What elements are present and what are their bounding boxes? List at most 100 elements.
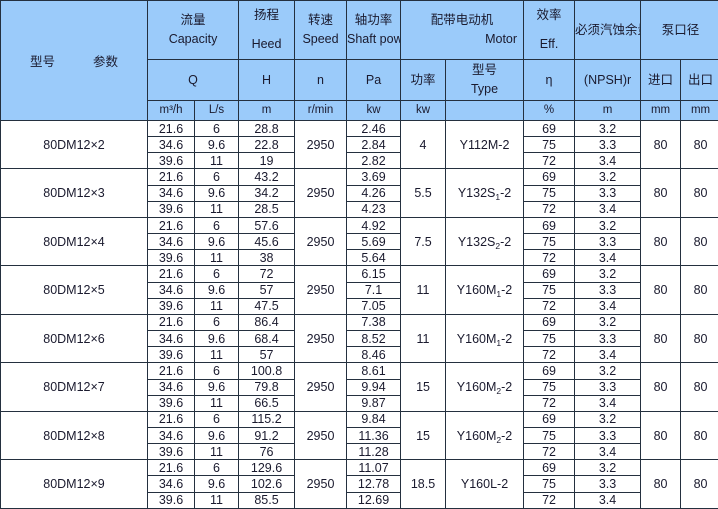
cell-shaft-power: 12.69	[346, 491, 402, 509]
header-head-en: Heed	[251, 37, 282, 51]
cell-speed: 2950	[294, 459, 348, 509]
cell-bore-inlet: 80	[640, 265, 682, 315]
cell-head: 22.8	[238, 136, 296, 154]
cell-capacity-m3h: 39.6	[147, 152, 195, 170]
cell-npsh: 3.2	[574, 265, 642, 283]
cell-shaft-power: 2.82	[346, 152, 402, 170]
cell-head: 45.6	[238, 233, 296, 251]
cell-shaft-power: 2.46	[346, 119, 402, 138]
cell-motor-power: 5.5	[400, 168, 447, 218]
header-symbol-npshr: (NPSH)r	[574, 59, 642, 101]
unit-bore-inlet: mm	[640, 100, 682, 121]
cell-npsh: 3.4	[574, 152, 642, 170]
cell-head: 129.6	[238, 459, 296, 477]
cell-shaft-power: 4.92	[346, 216, 402, 235]
cell-bore-outlet: 80	[680, 362, 718, 412]
cell-head: 34.2	[238, 184, 296, 202]
cell-shaft-power: 7.38	[346, 313, 402, 332]
header-efficiency-en: Eff.	[539, 37, 559, 51]
cell-npsh: 3.4	[574, 297, 642, 315]
cell-shaft-power: 4.26	[346, 184, 402, 202]
cell-capacity-m3h: 34.6	[147, 378, 195, 396]
unit-capacity-m3h: m³/h	[147, 100, 195, 121]
cell-speed: 2950	[294, 313, 348, 364]
cell-npsh: 3.2	[574, 119, 642, 138]
cell-efficiency: 75	[523, 136, 576, 154]
cell-head: 66.5	[238, 394, 296, 412]
cell-capacity-m3h: 34.6	[147, 233, 195, 251]
header-motor-type-en: Type	[470, 82, 499, 96]
cell-shaft-power: 6.15	[346, 265, 402, 283]
unit-motor-power: kw	[400, 100, 447, 121]
cell-bore-inlet: 80	[640, 410, 682, 461]
cell-bore-inlet: 80	[640, 216, 682, 267]
cell-head: 28.8	[238, 119, 296, 138]
cell-efficiency: 72	[523, 443, 576, 461]
table-header: 型号 参数 流量 Capacity 扬程 Heed 转速 Speed 轴功率 S…	[0, 0, 718, 121]
cell-capacity-ls: 9.6	[193, 281, 240, 299]
cell-capacity-m3h: 34.6	[147, 184, 195, 202]
cell-capacity-ls: 6	[193, 459, 240, 477]
cell-shaft-power: 7.1	[346, 281, 402, 299]
cell-head: 57	[238, 346, 296, 364]
cell-shaft-power: 9.94	[346, 378, 402, 396]
header-motor-power-cn: 功率	[400, 59, 447, 101]
header-bore: 泵口径	[640, 0, 718, 60]
cell-capacity-ls: 9.6	[193, 426, 240, 445]
cell-capacity-m3h: 21.6	[147, 410, 195, 428]
cell-capacity-ls: 11	[193, 249, 240, 267]
cell-efficiency: 75	[523, 184, 576, 202]
cell-head: 57	[238, 281, 296, 299]
cell-npsh: 3.4	[574, 346, 642, 364]
cell-capacity-ls: 11	[193, 346, 240, 364]
cell-capacity-m3h: 21.6	[147, 362, 195, 380]
cell-capacity-ls: 11	[193, 152, 240, 170]
cell-capacity-ls: 9.6	[193, 378, 240, 396]
row-model: 80DM12×5	[0, 265, 148, 315]
unit-speed: r/min	[294, 100, 348, 121]
header-motor: 配带电动机 Motor	[400, 0, 525, 60]
header-head-cn: 扬程	[254, 8, 280, 23]
cell-npsh: 3.2	[574, 410, 642, 428]
cell-npsh: 3.3	[574, 378, 642, 396]
cell-speed: 2950	[294, 216, 348, 267]
header-speed: 转速 Speed	[294, 0, 348, 60]
header-head: 扬程 Heed	[238, 0, 296, 60]
cell-bore-outlet: 80	[680, 410, 718, 461]
cell-shaft-power: 7.05	[346, 297, 402, 315]
table-row: 80DM12×9 21.6 6 129.6 2950 11.07 18.5 Y160L-2 69…	[0, 459, 718, 509]
cell-motor-type: Y112M-2	[445, 119, 525, 170]
cell-bore-outlet: 80	[680, 119, 718, 170]
header-shaft-power-cn: 轴功率	[354, 13, 393, 28]
cell-capacity-m3h: 34.6	[147, 281, 195, 299]
row-model: 80DM12×6	[0, 313, 148, 364]
cell-motor-type: Y160M2-2	[445, 362, 525, 412]
cell-capacity-m3h: 39.6	[147, 491, 195, 509]
pump-specification-table: 型号 参数 流量 Capacity 扬程 Heed 转速 Speed 轴功率 S…	[0, 0, 718, 509]
cell-efficiency: 75	[523, 233, 576, 251]
cell-efficiency: 69	[523, 119, 576, 138]
header-npsh: 必须汽蚀余量	[574, 0, 642, 60]
cell-capacity-ls: 6	[193, 216, 240, 235]
cell-head: 57.6	[238, 216, 296, 235]
header-bore-inlet-cn: 进口	[640, 59, 682, 101]
header-symbol-pa: Pa	[346, 59, 402, 101]
row-model: 80DM12×8	[0, 410, 148, 461]
header-symbol-eta: η	[523, 59, 576, 101]
cell-shaft-power: 12.78	[346, 475, 402, 493]
cell-speed: 2950	[294, 168, 348, 218]
cell-shaft-power: 4.23	[346, 200, 402, 218]
unit-efficiency: %	[523, 100, 576, 121]
cell-head: 79.8	[238, 378, 296, 396]
unit-motor-type-blank	[445, 100, 525, 121]
cell-motor-type: Y160L-2	[445, 459, 525, 509]
cell-shaft-power: 8.46	[346, 346, 402, 364]
cell-capacity-ls: 6	[193, 410, 240, 428]
corner-param-label: 参数	[93, 55, 119, 69]
cell-capacity-ls: 9.6	[193, 233, 240, 251]
cell-motor-power: 7.5	[400, 216, 447, 267]
cell-bore-inlet: 80	[640, 459, 682, 509]
header-bore-cn: 泵口径	[661, 22, 700, 37]
header-speed-cn: 转速	[308, 13, 334, 28]
header-motor-cn: 配带电动机	[430, 13, 494, 28]
